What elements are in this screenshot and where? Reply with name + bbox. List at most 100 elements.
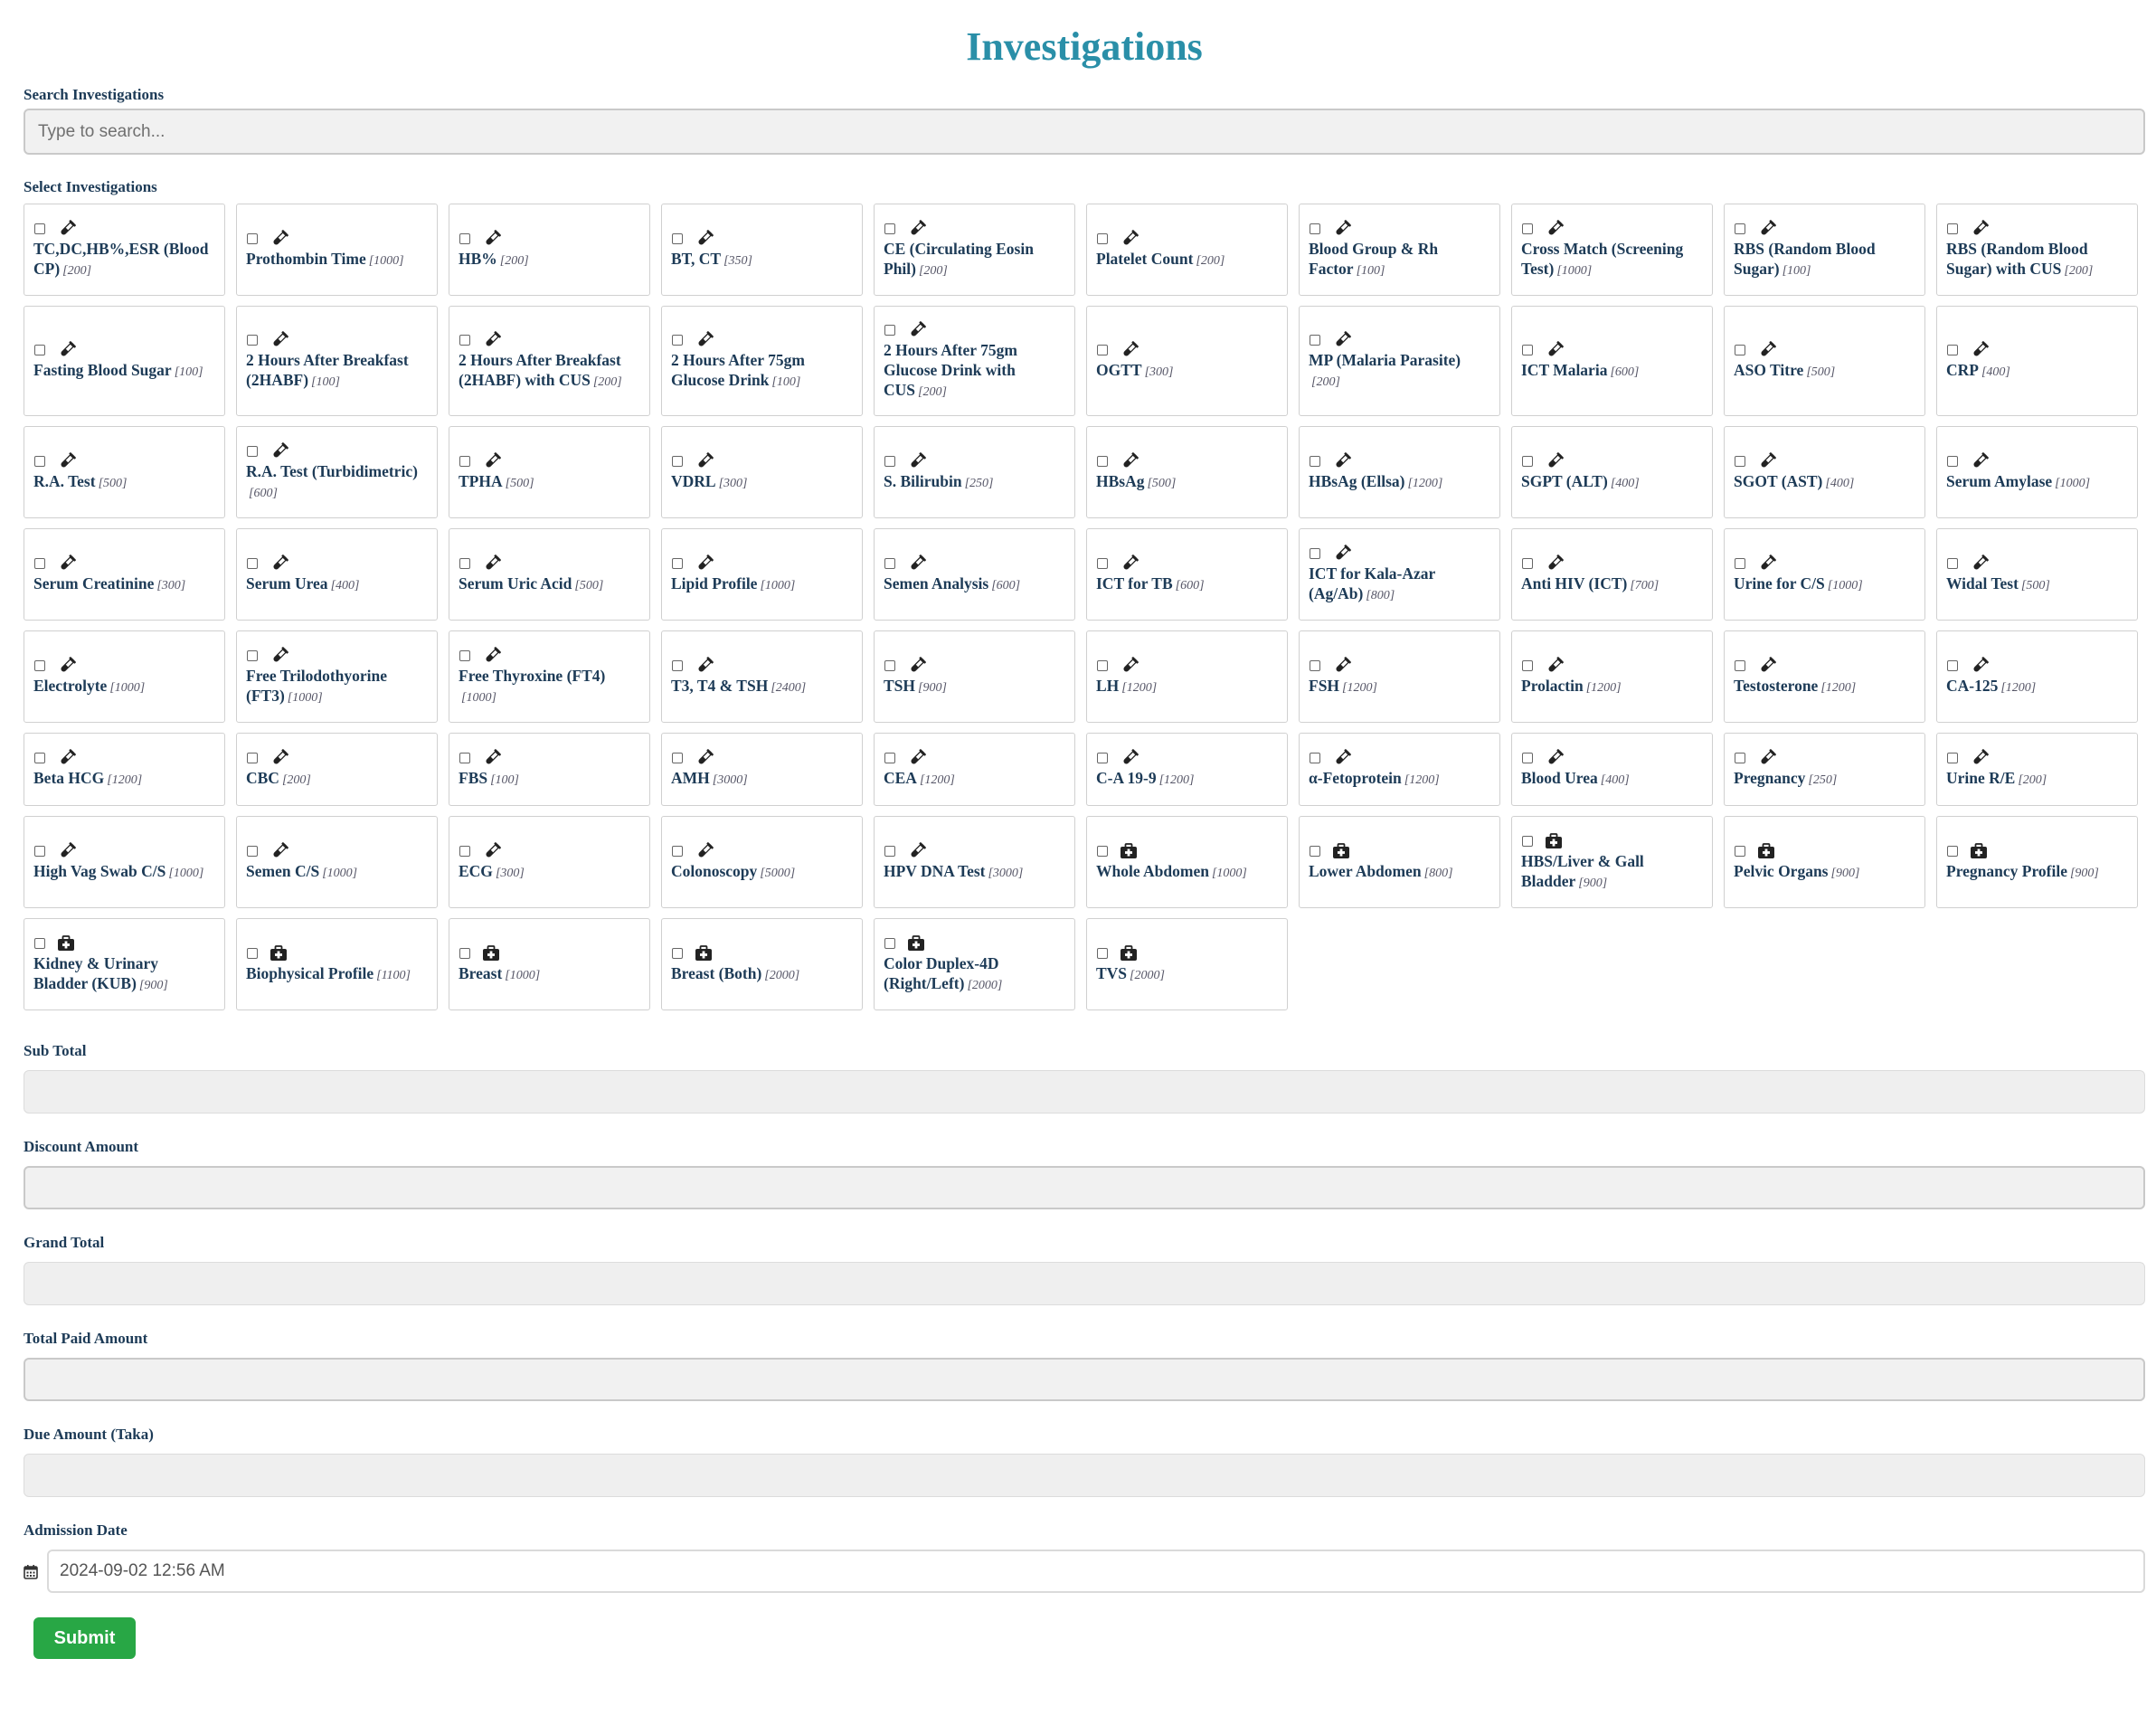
investigation-card[interactable]: Color Duplex-4D (Right/Left) [2000] — [874, 918, 1075, 1010]
investigation-checkbox[interactable] — [1735, 223, 1745, 234]
investigation-checkbox[interactable] — [1947, 659, 1958, 671]
investigation-card[interactable]: MP (Malaria Parasite) [200] — [1299, 306, 1500, 416]
investigation-card[interactable]: HBsAg [500] — [1086, 426, 1288, 518]
investigation-checkbox[interactable] — [459, 232, 470, 244]
investigation-checkbox[interactable] — [1522, 753, 1533, 763]
investigation-card[interactable]: Kidney & Urinary Bladder (KUB) [900] — [24, 918, 225, 1010]
investigation-card[interactable]: α-Fetoprotein [1200] — [1299, 733, 1500, 806]
investigation-checkbox[interactable] — [34, 223, 45, 234]
investigation-card[interactable]: VDRL [300] — [661, 426, 863, 518]
investigation-checkbox[interactable] — [459, 845, 470, 857]
investigation-card[interactable]: Breast [1000] — [449, 918, 650, 1010]
investigation-checkbox[interactable] — [34, 845, 45, 857]
investigation-checkbox[interactable] — [247, 753, 258, 763]
investigation-checkbox[interactable] — [247, 649, 258, 661]
investigation-card[interactable]: SGPT (ALT) [400] — [1511, 426, 1713, 518]
investigation-card[interactable]: Urine for C/S [1000] — [1724, 528, 1925, 621]
investigation-checkbox[interactable] — [1735, 455, 1745, 467]
investigation-card[interactable]: TVS [2000] — [1086, 918, 1288, 1010]
investigation-card[interactable]: FBS [100] — [449, 733, 650, 806]
investigation-card[interactable]: High Vag Swab C/S [1000] — [24, 816, 225, 908]
investigation-checkbox[interactable] — [247, 947, 258, 959]
investigation-checkbox[interactable] — [1522, 557, 1533, 569]
investigation-card[interactable]: R.A. Test (Turbidimetric) [600] — [236, 426, 438, 518]
investigation-checkbox[interactable] — [672, 845, 683, 857]
investigation-card[interactable]: CE (Circulating Eosin Phil) [200] — [874, 204, 1075, 296]
investigation-checkbox[interactable] — [1310, 547, 1320, 559]
investigation-card[interactable]: ICT for Kala-Azar (Ag/Ab) [800] — [1299, 528, 1500, 621]
investigation-card[interactable]: HPV DNA Test [3000] — [874, 816, 1075, 908]
investigation-card[interactable]: Free Trilodothyorine (FT3) [1000] — [236, 630, 438, 723]
investigation-checkbox[interactable] — [1522, 835, 1533, 847]
investigation-card[interactable]: ASO Titre [500] — [1724, 306, 1925, 416]
investigation-checkbox[interactable] — [1097, 845, 1108, 857]
investigation-card[interactable]: Semen Analysis [600] — [874, 528, 1075, 621]
investigation-checkbox[interactable] — [1310, 455, 1320, 467]
investigation-checkbox[interactable] — [459, 947, 470, 959]
investigation-card[interactable]: FSH [1200] — [1299, 630, 1500, 723]
investigation-checkbox[interactable] — [884, 455, 895, 467]
investigation-card[interactable]: Widal Test [500] — [1936, 528, 2138, 621]
investigation-card[interactable]: CEA [1200] — [874, 733, 1075, 806]
investigation-card[interactable]: SGOT (AST) [400] — [1724, 426, 1925, 518]
investigation-checkbox[interactable] — [1097, 557, 1108, 569]
grand-total-field[interactable] — [24, 1262, 2145, 1305]
investigation-checkbox[interactable] — [884, 937, 895, 949]
investigation-card[interactable]: LH [1200] — [1086, 630, 1288, 723]
investigation-card[interactable]: TPHA [500] — [449, 426, 650, 518]
investigation-checkbox[interactable] — [1522, 223, 1533, 234]
investigation-checkbox[interactable] — [1097, 947, 1108, 959]
investigation-checkbox[interactable] — [1522, 455, 1533, 467]
investigation-card[interactable]: Lipid Profile [1000] — [661, 528, 863, 621]
investigation-card[interactable]: 2 Hours After Breakfast (2HABF) [100] — [236, 306, 438, 416]
investigation-card[interactable]: HB% [200] — [449, 204, 650, 296]
investigation-checkbox[interactable] — [672, 557, 683, 569]
investigation-card[interactable]: CA-125 [1200] — [1936, 630, 2138, 723]
investigation-card[interactable]: OGTT [300] — [1086, 306, 1288, 416]
investigation-checkbox[interactable] — [1735, 557, 1745, 569]
investigation-checkbox[interactable] — [884, 753, 895, 763]
investigation-checkbox[interactable] — [247, 557, 258, 569]
investigation-card[interactable]: Platelet Count [200] — [1086, 204, 1288, 296]
investigation-checkbox[interactable] — [247, 445, 258, 457]
investigation-checkbox[interactable] — [672, 659, 683, 671]
investigation-checkbox[interactable] — [34, 557, 45, 569]
investigation-checkbox[interactable] — [1947, 753, 1958, 763]
investigation-checkbox[interactable] — [34, 753, 45, 763]
investigation-card[interactable]: Colonoscopy [5000] — [661, 816, 863, 908]
investigation-checkbox[interactable] — [1947, 455, 1958, 467]
investigation-checkbox[interactable] — [1097, 344, 1108, 355]
investigation-card[interactable]: C-A 19-9 [1200] — [1086, 733, 1288, 806]
investigation-checkbox[interactable] — [1310, 659, 1320, 671]
investigation-checkbox[interactable] — [884, 845, 895, 857]
investigation-card[interactable]: Breast (Both) [2000] — [661, 918, 863, 1010]
investigation-card[interactable]: HBsAg (Ellsa) [1200] — [1299, 426, 1500, 518]
investigation-card[interactable]: Fasting Blood Sugar [100] — [24, 306, 225, 416]
investigation-checkbox[interactable] — [1947, 845, 1958, 857]
investigation-checkbox[interactable] — [1947, 557, 1958, 569]
investigation-checkbox[interactable] — [459, 753, 470, 763]
investigation-card[interactable]: R.A. Test [500] — [24, 426, 225, 518]
investigation-checkbox[interactable] — [1735, 845, 1745, 857]
investigation-checkbox[interactable] — [1310, 334, 1320, 346]
investigation-card[interactable]: ICT Malaria [600] — [1511, 306, 1713, 416]
total-paid-amount-field[interactable] — [24, 1358, 2145, 1401]
investigation-card[interactable]: BT, CT [350] — [661, 204, 863, 296]
investigation-checkbox[interactable] — [1735, 344, 1745, 355]
investigation-checkbox[interactable] — [34, 344, 45, 355]
investigation-card[interactable]: Serum Amylase [1000] — [1936, 426, 2138, 518]
investigation-checkbox[interactable] — [1097, 659, 1108, 671]
investigation-checkbox[interactable] — [34, 455, 45, 467]
investigation-checkbox[interactable] — [1097, 455, 1108, 467]
investigation-card[interactable]: Serum Urea [400] — [236, 528, 438, 621]
investigation-card[interactable]: TSH [900] — [874, 630, 1075, 723]
admission-date-input[interactable] — [47, 1550, 2145, 1593]
investigation-checkbox[interactable] — [34, 659, 45, 671]
investigation-checkbox[interactable] — [884, 557, 895, 569]
investigation-card[interactable]: Anti HIV (ICT) [700] — [1511, 528, 1713, 621]
investigation-card[interactable]: Blood Group & Rh Factor [100] — [1299, 204, 1500, 296]
investigation-card[interactable]: CRP [400] — [1936, 306, 2138, 416]
investigation-card[interactable]: RBS (Random Blood Sugar) with CUS [200] — [1936, 204, 2138, 296]
investigation-checkbox[interactable] — [459, 557, 470, 569]
investigation-checkbox[interactable] — [1310, 753, 1320, 763]
